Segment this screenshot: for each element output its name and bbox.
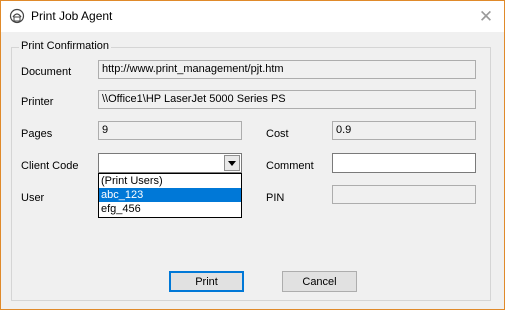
printer-field: \\Office1\HP LaserJet 5000 Series PS xyxy=(98,90,476,109)
chevron-down-icon xyxy=(228,160,236,166)
title-bar[interactable]: Print Job Agent ✕ xyxy=(1,1,504,32)
close-button[interactable]: ✕ xyxy=(476,6,496,26)
client-code-option[interactable]: efg_456 xyxy=(99,202,241,216)
cancel-button[interactable]: Cancel xyxy=(282,271,357,292)
user-label: User xyxy=(21,192,45,204)
pin-field[interactable] xyxy=(332,185,476,204)
pages-label: Pages xyxy=(21,128,53,140)
comment-label: Comment xyxy=(266,160,314,172)
cost-field: 0.9 xyxy=(332,121,476,140)
printer-agent-icon xyxy=(9,8,25,24)
group-legend: Print Confirmation xyxy=(19,40,112,52)
close-icon: ✕ xyxy=(478,6,494,26)
pin-label: PIN xyxy=(266,192,285,204)
document-label: Document xyxy=(21,66,72,78)
cost-label: Cost xyxy=(266,128,289,140)
document-field: http://www.print_management/pjt.htm xyxy=(98,60,476,79)
client-code-label: Client Code xyxy=(21,160,79,172)
print-job-agent-window: Print Job Agent ✕ Print Confirmation Doc… xyxy=(0,0,505,310)
print-button[interactable]: Print xyxy=(169,271,244,292)
client-code-option[interactable]: (Print Users) xyxy=(99,174,241,188)
client-code-dropdown-list: (Print Users) abc_123 efg_456 xyxy=(98,173,242,218)
print-confirmation-group xyxy=(11,47,491,301)
window-title: Print Job Agent xyxy=(31,9,113,23)
printer-label: Printer xyxy=(21,96,54,108)
client-code-combobox[interactable] xyxy=(98,153,242,173)
comment-field[interactable] xyxy=(332,153,476,173)
client-code-option[interactable]: abc_123 xyxy=(99,188,241,202)
dropdown-button[interactable] xyxy=(224,155,240,171)
pages-field: 9 xyxy=(98,121,242,140)
